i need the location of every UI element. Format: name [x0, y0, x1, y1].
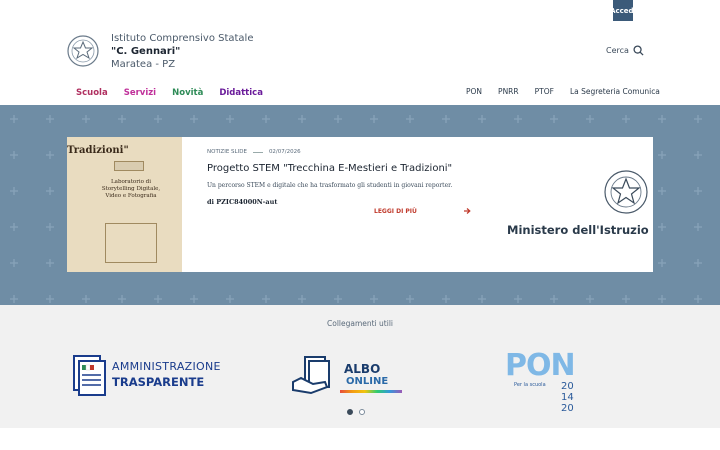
useful-links-title: Collegamenti utili — [327, 319, 393, 328]
nav-item-segreteria[interactable]: La Segreteria Comunica — [570, 87, 660, 96]
slide-meta: NOTIZIE SLIDE 02/07/2026 — [207, 149, 462, 155]
slide-description: Un percorso STEM e digitale che ha trasf… — [207, 182, 453, 189]
hero-slider: Tradizioni" Laboratorio di Storytelling … — [0, 105, 720, 305]
site-header: Istituto Comprensivo Statale "C. Gennari… — [0, 22, 720, 105]
slide-date: 02/07/2026 — [268, 149, 301, 155]
useful-links-section: Collegamenti utili AMMINISTRAZIONE TRASP… — [0, 305, 720, 428]
thumb-title: Tradizioni" — [67, 145, 129, 156]
nav-item-didattica[interactable]: Didattica — [219, 88, 263, 98]
link-label-line2: TRASPARENTE — [112, 375, 205, 389]
nav-item-pon[interactable]: PON — [466, 87, 482, 96]
thumb-frame — [105, 223, 157, 263]
link-label-line1: AMMINISTRAZIONE — [112, 360, 221, 373]
ministry-text: Ministero dell'Istruzio — [507, 223, 649, 237]
read-more-link[interactable]: LEGGI DI PIÙ — [374, 207, 471, 215]
document-icon — [73, 355, 106, 396]
republic-emblem-icon — [604, 170, 648, 214]
slide-title[interactable]: Progetto STEM "Trecchina E-Mestieri e Tr… — [207, 163, 462, 174]
link-label-line1: ALBO — [344, 362, 381, 376]
pon-years: 20 14 20 — [561, 381, 574, 414]
albo-color-bar — [340, 390, 402, 393]
pon-logo-text: PON — [505, 348, 576, 383]
login-button[interactable]: Accedi — [613, 0, 633, 21]
nav-item-servizi[interactable]: Servizi — [124, 88, 156, 98]
school-type: Istituto Comprensivo Statale — [111, 33, 254, 44]
school-name[interactable]: Istituto Comprensivo Statale "C. Gennari… — [111, 32, 254, 71]
slide-content: NOTIZIE SLIDE 02/07/2026 Progetto STEM "… — [207, 149, 462, 206]
hand-document-icon — [292, 356, 330, 395]
primary-nav: Scuola Servizi Novità Didattica — [76, 88, 263, 98]
nav-item-novita[interactable]: Novità — [172, 88, 203, 98]
search-label: Cerca — [606, 46, 629, 55]
albo-online-link[interactable]: ALBO ONLINE — [291, 352, 403, 400]
slide-thumbnail: Tradizioni" Laboratorio di Storytelling … — [67, 137, 182, 272]
nav-item-scuola[interactable]: Scuola — [76, 88, 108, 98]
slide-author: di PZIC84000N-aut — [207, 198, 278, 206]
search-button[interactable]: Cerca — [606, 45, 644, 56]
amministrazione-trasparente-link[interactable]: AMMINISTRAZIONE TRASPARENTE — [71, 353, 226, 397]
links-page-dot[interactable] — [347, 409, 353, 415]
search-icon — [633, 45, 644, 56]
link-label-line2: ONLINE — [346, 376, 389, 387]
meta-separator — [252, 151, 263, 153]
ministry-logo: Ministero dell'Istruzio — [507, 167, 653, 247]
thumb-logos — [114, 161, 144, 171]
read-more-label: LEGGI DI PIÙ — [374, 207, 417, 215]
top-bar: Accedi — [0, 0, 720, 22]
nav-item-pnrr[interactable]: PNRR — [498, 87, 519, 96]
school-location: Maratea - PZ — [111, 59, 176, 70]
slide-category: NOTIZIE SLIDE — [207, 149, 247, 155]
pon-link[interactable]: PON Per la scuola 20 14 20 — [505, 348, 589, 414]
school-title: "C. Gennari" — [111, 46, 181, 57]
page-bottom — [0, 428, 720, 450]
links-pagination — [347, 409, 365, 415]
pon-subtitle: Per la scuola — [514, 382, 546, 388]
thumb-text: Laboratorio di Storytelling Digitale, Vi… — [101, 179, 161, 199]
arrow-right-icon — [463, 208, 471, 214]
links-page-dot[interactable] — [359, 409, 365, 415]
republic-emblem-icon — [67, 35, 99, 67]
slide-card[interactable]: Tradizioni" Laboratorio di Storytelling … — [67, 137, 653, 272]
nav-item-ptof[interactable]: PTOF — [535, 87, 554, 96]
secondary-nav: PON PNRR PTOF La Segreteria Comunica — [466, 87, 660, 96]
